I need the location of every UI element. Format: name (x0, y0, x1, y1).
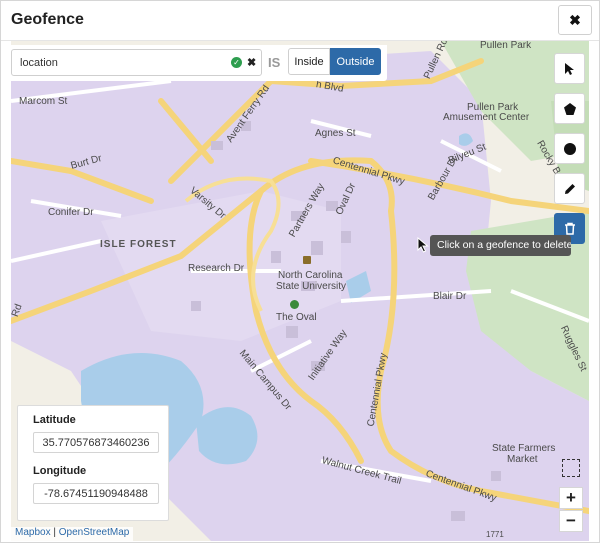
is-label: IS (268, 55, 281, 70)
label-conifer-dr: Conifer Dr (48, 207, 94, 218)
close-icon: ✖ (569, 11, 581, 28)
label-research-dr: Research Dr (188, 263, 245, 274)
inside-toggle[interactable]: Inside (288, 48, 330, 75)
map-attribution: Mapbox | OpenStreetMap (11, 527, 134, 541)
label-state-farmers-line1: State Farmers (492, 443, 556, 454)
label-isle-forest: ISLE FOREST (100, 239, 177, 250)
box-select-icon[interactable] (562, 459, 580, 477)
label-pullen-park: Pullen Park (480, 41, 532, 51)
circle-tool-button[interactable] (554, 133, 585, 164)
dialog-header: Geofence ✖ (1, 1, 599, 41)
university-marker-icon (303, 256, 311, 264)
close-button[interactable]: ✖ (558, 5, 592, 35)
label-agnes-st: Agnes St (315, 128, 356, 139)
select-tool-button[interactable] (554, 53, 585, 84)
label-amusement-center: Amusement Center (443, 112, 530, 123)
search-input[interactable] (20, 54, 220, 72)
pentagon-icon (563, 102, 576, 115)
edit-tool-button[interactable] (554, 173, 585, 204)
park-tree-icon (290, 300, 299, 309)
zoom-in-button[interactable]: + (559, 487, 583, 509)
map-canvas[interactable]: Pullen Park Pullen Park Amusement Center… (11, 41, 589, 541)
label-blair-dr: Blair Dr (433, 291, 467, 302)
polygon-tool-button[interactable] (554, 93, 585, 124)
label-ncsu-line1: North Carolina (278, 270, 343, 281)
mouse-cursor-icon (417, 237, 429, 253)
pointer-icon (564, 62, 574, 75)
check-circle-icon: ✓ (231, 57, 242, 68)
mapbox-link[interactable]: Mapbox (15, 527, 51, 538)
label-state-farmers-line2: Market (507, 454, 538, 465)
geofence-filter-bar: ✓ ✖ IS Inside Outside (11, 45, 387, 81)
circle-icon (563, 142, 576, 155)
label-the-oval: The Oval (276, 312, 317, 323)
label-route-number: 1771 (486, 530, 504, 539)
latitude-field[interactable] (33, 432, 159, 453)
delete-tooltip: Click on a geofence to delete (430, 235, 571, 256)
coordinates-panel: Latitude Longitude (17, 405, 169, 521)
label-marcom-st: Marcom St (19, 96, 68, 107)
openstreetmap-link[interactable]: OpenStreetMap (59, 527, 130, 538)
outside-toggle[interactable]: Outside (330, 48, 381, 75)
clear-icon[interactable]: ✖ (247, 56, 256, 69)
label-ncsu-line2: State University (276, 281, 347, 292)
dialog-title: Geofence (11, 11, 84, 28)
trash-icon (564, 222, 575, 235)
latitude-label: Latitude (33, 414, 76, 426)
pencil-icon (564, 183, 575, 194)
zoom-out-button[interactable]: − (559, 510, 583, 532)
geofence-dialog: Geofence ✖ Pullen Park Pullen Park Amuse… (0, 0, 600, 543)
search-box: ✓ ✖ (11, 49, 262, 76)
attribution-separator: | (53, 527, 56, 538)
longitude-field[interactable] (33, 483, 159, 504)
longitude-label: Longitude (33, 465, 87, 477)
